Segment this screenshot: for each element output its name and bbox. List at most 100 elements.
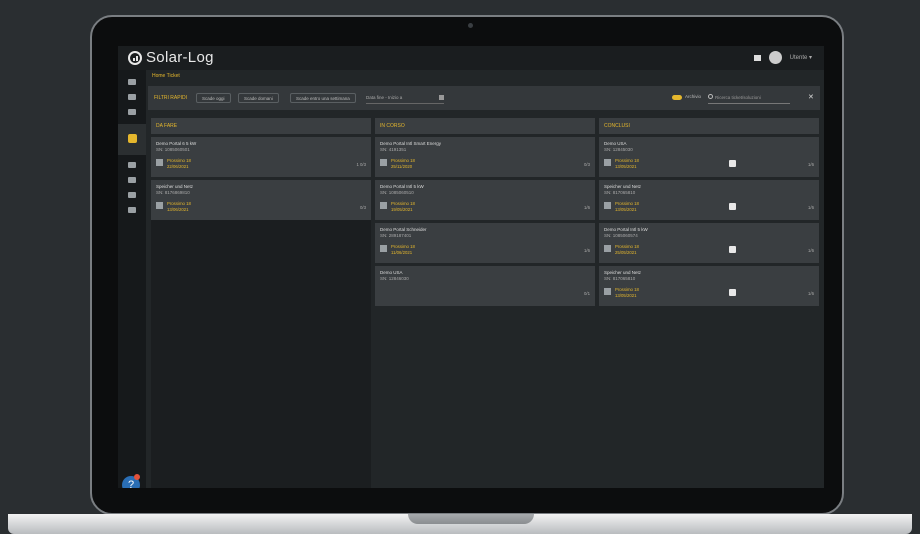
column-header: CONCLUSI [599, 118, 819, 134]
ticket-title: Speicher und Netz [604, 184, 642, 189]
ticket-date: 22/06/2021 [167, 164, 189, 169]
calendar-icon [380, 245, 387, 252]
filter-chip-week[interactable]: Scade entro una settimana [290, 93, 356, 103]
ticket-title: Demo Portal Intl Smart Energy [380, 141, 442, 146]
ticket-date: 11/06/2021 [391, 250, 413, 255]
column-in-progress: IN CORSO Demo Portal Intl Smart Energy SN… [375, 118, 595, 306]
ticket-card[interactable]: Demo Portal Intl 5 kW SN: 1085060574 Pros… [599, 223, 819, 263]
user-menu[interactable]: Utente ▾ [790, 54, 812, 61]
sidebar-item-dashboard-icon[interactable] [128, 79, 136, 85]
sidebar-item-device-icon[interactable] [128, 162, 136, 168]
archive-toggle[interactable] [672, 95, 682, 100]
ticket-status-text: Prossimo 18 [391, 158, 415, 163]
ticket-date: 13/06/2021 [167, 207, 189, 212]
ticket-status-text: Prossimo 18 [615, 244, 639, 249]
ticket-status: Prossimo 18 13/05/2021 [615, 158, 639, 170]
checkbox-icon[interactable] [729, 160, 736, 167]
ticket-status: Prossimo 18 25/11/2020 [391, 158, 415, 170]
ticket-date: 25/11/2020 [391, 164, 413, 169]
sidebar-item-portfolio-icon[interactable] [128, 109, 136, 115]
laptop-notch [408, 514, 534, 524]
ticket-count: 1/6 [808, 162, 814, 167]
logo-icon [128, 50, 142, 65]
ticket-status-text: Prossimo 18 [391, 201, 415, 206]
ticket-status: Prossimo 18 13/06/2021 [167, 201, 191, 213]
ticket-card[interactable]: Demo Portal Intl Smart Energy SN: 4191351… [375, 137, 595, 177]
calendar-icon [604, 288, 611, 295]
logo-text: Solar-Log [146, 49, 214, 66]
ticket-title: Speicher und Netz [156, 184, 194, 189]
avatar[interactable] [768, 51, 782, 64]
filter-chip-tomorrow[interactable]: Scade domani [238, 93, 279, 103]
date-range-select[interactable]: Data fine - Inizio a [366, 93, 444, 104]
ticket-card[interactable]: Demo Portal Intl 5 kW SN: 1085060510 Pros… [375, 180, 595, 220]
ticket-serial: SN: 12846030 [380, 276, 409, 281]
calendar-icon [380, 202, 387, 209]
ticket-card[interactable]: Demo USA SN: 12845030 Prossimo 18 13/05/20… [599, 137, 819, 177]
checkbox-icon[interactable] [729, 246, 736, 253]
ticket-card[interactable]: Demo Portal Schneider SN: 289187401 Pross… [375, 223, 595, 263]
sidebar-item-settings-icon[interactable] [128, 177, 136, 183]
logo[interactable]: Solar-Log [128, 49, 214, 66]
ticket-title: Demo USA [604, 141, 627, 146]
calendar-icon [604, 245, 611, 252]
breadcrumb[interactable]: Home Ticket [152, 73, 180, 79]
ticket-status-text: Prossimo 18 [615, 287, 639, 292]
ticket-status: Prossimo 18 25/05/2021 [615, 244, 639, 256]
ticket-serial: SN: 1085060501 [156, 147, 190, 152]
sidebar: ? [118, 70, 146, 488]
filter-chip-today[interactable]: Scade oggi [196, 93, 231, 103]
column-done: CONCLUSI Demo USA SN: 12845030 Prossimo 1… [599, 118, 819, 306]
ticket-serial: SN: 12845030 [604, 147, 633, 152]
ticket-card[interactable]: Speicher und Netz SN: 817065810 Prossimo … [599, 180, 819, 220]
ticket-count: 1/6 [808, 205, 814, 210]
calendar-icon[interactable] [439, 95, 444, 100]
close-icon[interactable]: ✕ [808, 93, 814, 101]
ticket-status-text: Prossimo 18 [391, 244, 415, 249]
ticket-status: Prossimo 18 19/05/2021 [391, 201, 415, 213]
column-header: IN CORSO [375, 118, 595, 134]
ticket-title: Demo Portal Intl 5 kW [380, 184, 424, 189]
column-todo: DA FARE Demo Portal 6 5 kW SN: 1085060501… [151, 118, 371, 488]
top-bar: Solar-Log Utente ▾ [118, 46, 824, 70]
notification-badge [134, 474, 140, 480]
ticket-status: Prossimo 18 11/06/2021 [391, 244, 415, 256]
ticket-card[interactable]: Speicher und Netz SN: 8176869810 Prossimo… [151, 180, 371, 220]
ticket-count: 1 0/3 [356, 162, 366, 167]
search-icon [708, 94, 713, 99]
ticket-card[interactable]: Demo Portal 6 5 kW SN: 1085060501 Prossim… [151, 137, 371, 177]
ticket-status: Prossimo 18 13/05/2021 [615, 201, 639, 213]
sidebar-item-users-icon[interactable] [128, 192, 136, 198]
sidebar-item-reports-icon[interactable] [128, 207, 136, 213]
ticket-count: 0/1 [584, 291, 590, 296]
ticket-title: Demo Portal Schneider [380, 227, 427, 232]
date-range-label: Data fine - Inizio a [366, 95, 403, 100]
ticket-date: 13/05/2021 [615, 293, 637, 298]
ticket-serial: SN: 1085060510 [380, 190, 414, 195]
ticket-count: 0/3 [584, 162, 590, 167]
filter-bar: FILTRI RAPIDI Scade oggi Scade domani Sc… [148, 86, 820, 110]
ticket-card[interactable]: Speicher und Netz SN: 817065810 Prossimo … [599, 266, 819, 306]
ticket-serial: SN: 1085060574 [604, 233, 638, 238]
checkbox-icon[interactable] [729, 289, 736, 296]
sidebar-item-chart-icon[interactable] [128, 94, 136, 100]
checkbox-icon[interactable] [729, 203, 736, 210]
ticket-title: Speicher und Netz [604, 270, 642, 275]
ticket-card[interactable]: Demo USA SN: 12846030 0/1 [375, 266, 595, 306]
book-icon[interactable] [753, 54, 761, 61]
ticket-status: Prossimo 18 22/06/2021 [167, 158, 191, 170]
ticket-count: 1/6 [584, 205, 590, 210]
camera-icon [468, 23, 473, 28]
ticket-serial: SN: 817065810 [604, 190, 636, 195]
calendar-icon [604, 202, 611, 209]
ticket-date: 13/05/2021 [615, 207, 637, 212]
archive-label: Archivio [685, 94, 702, 99]
ticket-count: 1/6 [584, 248, 590, 253]
ticket-serial: SN: 289187401 [380, 233, 412, 238]
sidebar-item-tickets-icon[interactable] [127, 134, 137, 143]
ticket-serial: SN: 4191351 [380, 147, 407, 152]
search-input[interactable]: Ricerca ticket/soluzioni [708, 92, 790, 104]
calendar-icon [156, 159, 163, 166]
ticket-status-text: Prossimo 18 [615, 158, 639, 163]
column-empty-area [151, 220, 371, 488]
